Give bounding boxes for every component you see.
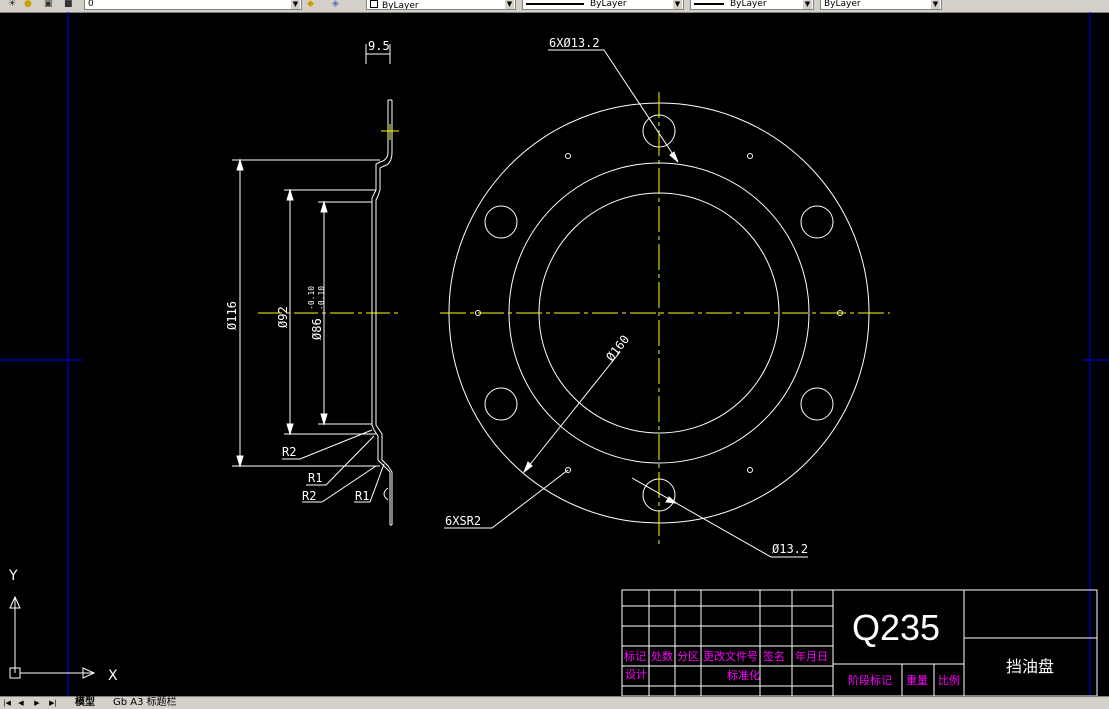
front-view-labels: 6XØ13.2 Ø160 6XSR2 Ø13.2 [445,36,808,556]
dim-hole-bottom: Ø13.2 [772,542,808,556]
ucs-y-label: Y [8,568,18,584]
side-view-centerline [258,124,400,314]
weight-label: 重量 [906,673,928,687]
layout-tabs-bar: |◀ ◀ ▶ ▶| 模型 Gb A3 标题栏 [0,696,1109,709]
chevron-down-icon[interactable]: ▼ [291,0,300,9]
front-view-dimensions [444,49,808,558]
ucs-x-label: X [108,668,118,684]
radius-r2-a: R2 [282,445,296,459]
bolt-hole [800,205,834,239]
header-date: 年月日 [795,649,828,663]
front-view-centerlines [440,92,890,545]
side-view-labels: 9.5 Ø116 Ø92 Ø86 -0.10 -0.10 R2 R1 R2 R1 [225,39,390,503]
layer-manager-icon[interactable]: ◈ [332,0,339,9]
dimple [565,153,571,159]
layer-combo[interactable]: 0 ▼ [84,0,302,10]
last-tab-icon[interactable]: ▶| [48,698,58,708]
drawing-frame [0,12,1109,696]
ucs-icon [9,595,96,679]
dim-mid-dia: Ø92 [276,306,290,328]
plotstyle-combo-value: ByLayer [824,0,861,9]
radius-r2-b: R2 [302,489,316,503]
color-combo-value: ByLayer [382,1,419,10]
material-text: Q235 [852,607,940,648]
linetype-swatch-icon [526,2,584,5]
tol-lower: -0.10 [317,286,326,310]
plotstyle-combo[interactable]: ByLayer ▼ [820,0,942,10]
standardize-label: 标准化 [727,668,760,682]
dimple [747,153,753,159]
header-count: 处数 [651,650,673,663]
bolt-hole [484,387,518,421]
dim-bcd: Ø160 [603,332,632,363]
radius-r1-a: R1 [308,471,322,485]
color-square-icon[interactable]: ■ [64,0,73,9]
chevron-down-icon[interactable]: ▼ [505,0,514,9]
dim-holes-top: 6XØ13.2 [549,36,600,50]
radius-r1-b: R1 [355,489,369,503]
color-swatch-icon [370,0,378,8]
layer-state-icon[interactable]: ☀ [8,0,16,9]
chevron-down-icon[interactable]: ▼ [803,0,812,9]
header-signature: 签名 [763,649,785,663]
side-view-dimensions [232,44,391,503]
tab-model[interactable]: 模型 [72,697,98,709]
prev-tab-icon[interactable]: ◀ [16,698,26,708]
lineweight-swatch-icon [694,2,724,5]
lineweight-combo[interactable]: ByLayer ▼ [690,0,814,10]
chevron-down-icon[interactable]: ▼ [673,0,682,9]
next-tab-icon[interactable]: ▶ [32,698,42,708]
part-name-text: 挡油盘 [1006,657,1054,676]
tol-upper: -0.10 [307,286,316,310]
lineweight-combo-value: ByLayer [730,0,767,9]
first-tab-icon[interactable]: |◀ [2,698,12,708]
lock-icon[interactable]: ▣ [44,0,53,9]
chevron-down-icon[interactable]: ▼ [931,0,940,9]
dim-thickness: 9.5 [368,39,390,53]
scale-label: 比例 [938,673,960,687]
layer-combo-value: 0 [88,0,94,9]
dimple [747,467,753,473]
bulb-icon[interactable]: ● [24,0,32,9]
color-combo[interactable]: ByLayer ▼ [366,0,516,10]
bolt-hole [800,387,834,421]
make-current-layer-icon[interactable]: ◆ [307,0,314,9]
dim-inner-dia: Ø86 [310,318,324,340]
stage-mark-label: 阶段标记 [848,673,892,687]
dim-sr: 6XSR2 [445,514,481,528]
header-mark: 标记 [624,649,646,663]
drawing-canvas[interactable]: 9.5 Ø116 Ø92 Ø86 -0.10 -0.10 R2 R1 R2 R1… [0,12,1109,696]
bolt-hole [484,205,518,239]
tab-layout1[interactable]: Gb A3 标题栏 [110,697,180,709]
header-change-doc: 更改文件号 [703,649,758,663]
linetype-combo[interactable]: ByLayer ▼ [522,0,684,10]
dim-outer-dia: Ø116 [225,301,239,330]
header-zone: 分区 [677,650,699,663]
design-label: 设计 [625,668,647,681]
linetype-combo-value: ByLayer [590,0,627,9]
